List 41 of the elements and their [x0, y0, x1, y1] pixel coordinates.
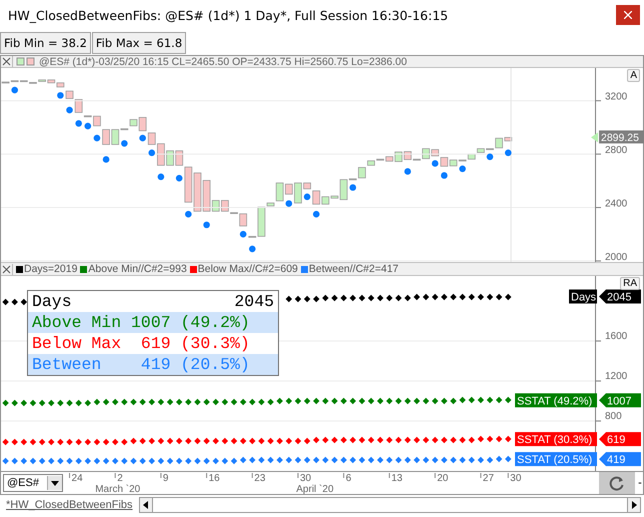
axis-label: 800	[605, 411, 622, 422]
autoscale-button[interactable]: RA	[620, 277, 640, 290]
date-tick: 24	[69, 472, 83, 484]
series-tag: SSTAT (20.5%)	[515, 452, 597, 466]
date-tick: 20	[434, 472, 448, 484]
legend-label: Between//C#2=417	[308, 263, 398, 275]
series-tag: SSTAT (49.2%)	[515, 393, 597, 408]
month-label: March `20	[95, 484, 140, 494]
stats-row-text: Days 2045	[31, 291, 275, 312]
axis-label: 1600	[605, 331, 628, 342]
date-tick: 30	[508, 472, 522, 484]
stats-row: Above Min 1007 (49.2%)	[28, 312, 278, 333]
price-legend: @ES# (1d*)-03/25/20 16:15 CL=2465.50 OP=2433.75 Hi=2560.75 Lo=2386.00	[39, 56, 407, 68]
axis-label: 2000	[605, 252, 628, 262]
window-title: HW_ClosedBetweenFibs: @ES# (1d*) 1 Day*, Full Session 16:30-16:15	[8, 8, 448, 22]
month-label: April `20	[296, 484, 334, 494]
workspace-tab[interactable]: *HW_ClosedBetweenFibs	[0, 499, 139, 511]
date-tick: 2	[114, 472, 123, 484]
input-button[interactable]: Fib Min = 38.2	[0, 32, 91, 54]
legend-label: Above Min//C#2=993	[88, 263, 187, 275]
date-tick: 27	[480, 472, 494, 484]
date-tick: 30	[298, 472, 312, 484]
series-tag: Days	[569, 290, 597, 304]
date-tick: 23	[252, 472, 266, 484]
input-button[interactable]: Fib Max = 61.8	[92, 32, 186, 54]
legend-label: Below Max//C#2=609	[198, 263, 298, 275]
autoscale-button[interactable]: A	[627, 69, 640, 82]
series-tag: SSTAT (30.3%)	[515, 432, 597, 446]
zoom-out-button[interactable]: -	[635, 472, 643, 494]
date-tick: 9	[160, 472, 168, 484]
legend-label: Days=2019	[24, 263, 78, 275]
stats-row: Between 419 (20.5%)	[28, 354, 278, 375]
date-tick: 6	[343, 472, 352, 484]
symbol-dropdown[interactable]: @ES#	[3, 474, 63, 492]
date-tick: 16	[206, 472, 220, 484]
stats-row-text: Below Max 619 (30.3%)	[31, 333, 251, 354]
date-tick: 13	[388, 472, 402, 484]
axis-label: 1200	[605, 371, 628, 382]
axis-label: 3200	[605, 92, 628, 103]
axis-label: 2400	[605, 198, 628, 210]
axis-label: 2800	[605, 145, 628, 156]
